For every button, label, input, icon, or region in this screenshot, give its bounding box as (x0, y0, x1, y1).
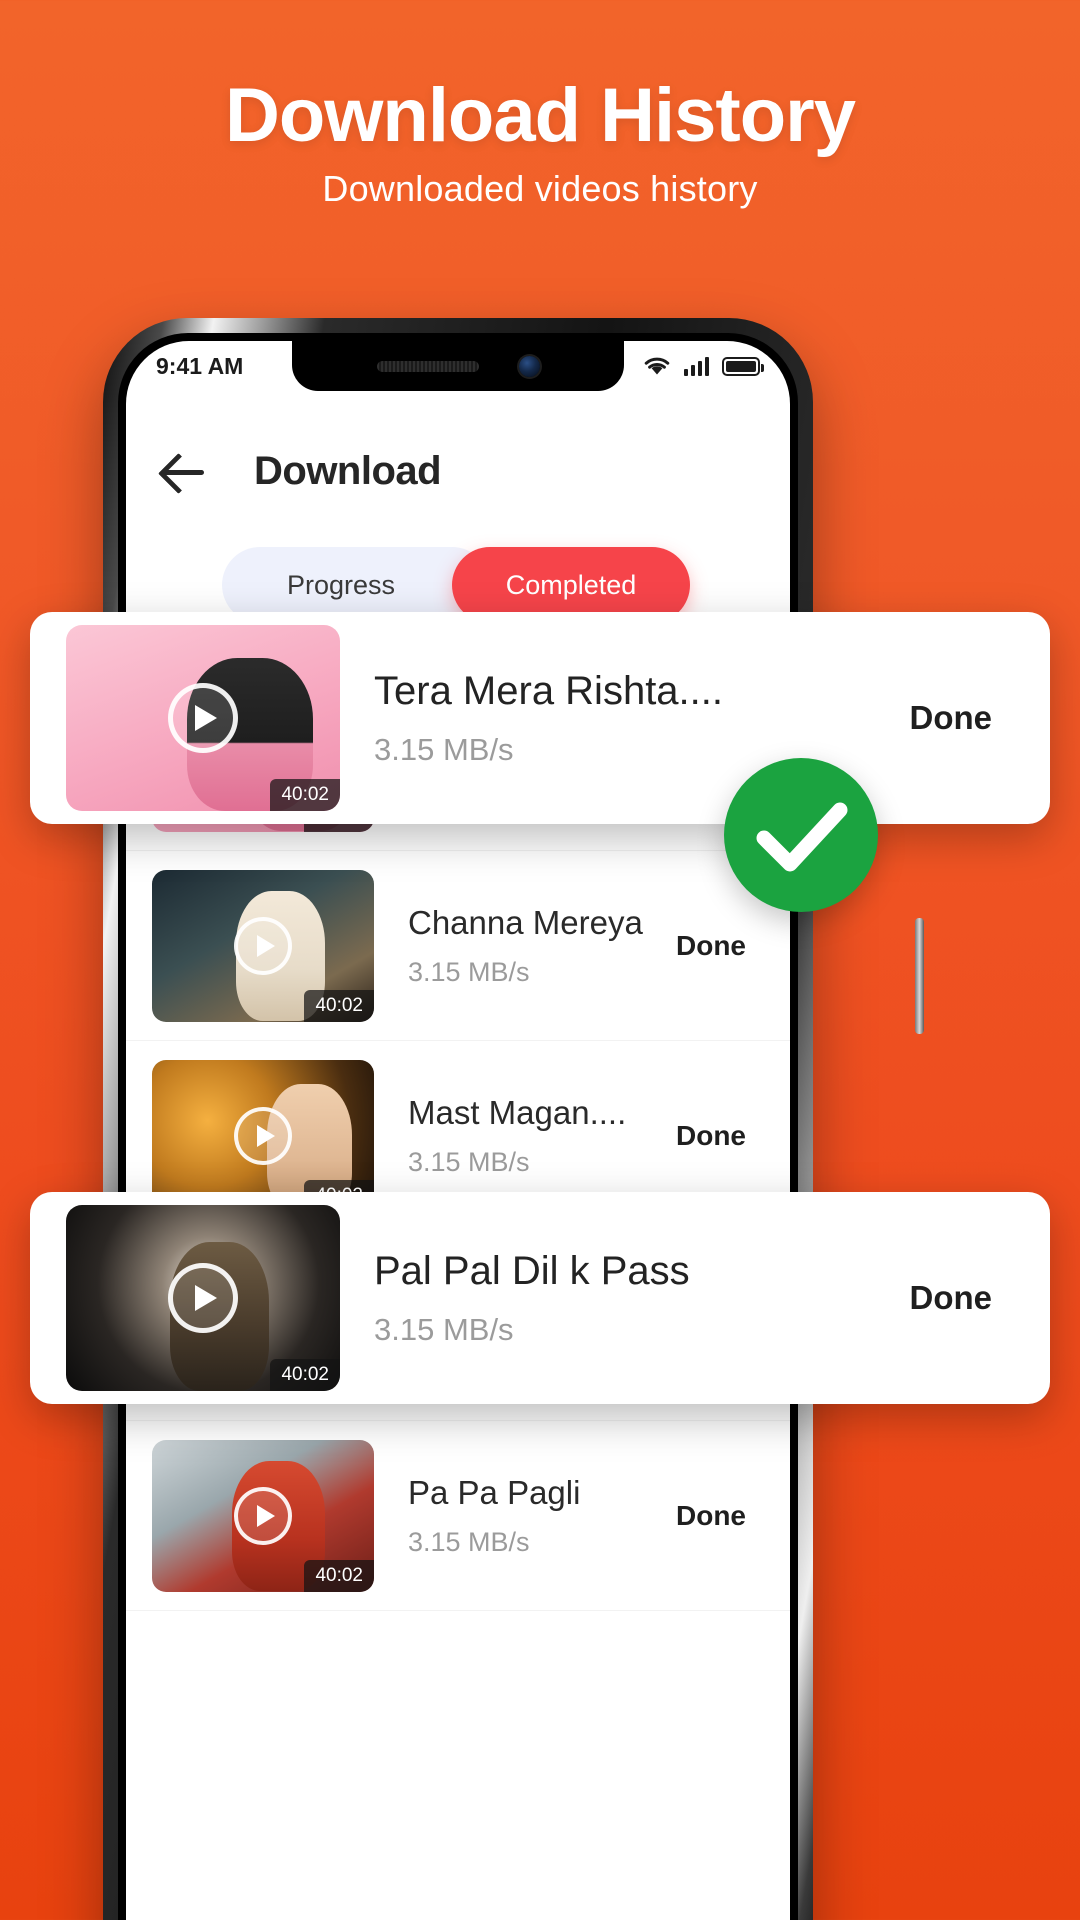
phone-screen: 9:41 AM Download Progress Completed 40:0… (126, 341, 790, 1920)
status-badge: Done (909, 699, 993, 736)
status-badge: Done (676, 1119, 746, 1151)
highlighted-download-card[interactable]: 40:02 Tera Mera Rishta.... 3.15 MB/s Don… (30, 612, 1050, 824)
download-speed: 3.15 MB/s (408, 956, 530, 987)
download-speed: 3.15 MB/s (374, 1311, 514, 1347)
page-title: Download History (224, 73, 856, 158)
video-thumbnail[interactable]: 40:02 (152, 869, 374, 1022)
power-button[interactable] (915, 918, 924, 1034)
status-badge: Done (909, 1279, 993, 1316)
play-icon[interactable] (234, 1106, 292, 1165)
highlighted-download-card[interactable]: 40:02 Pal Pal Dil k Pass 3.15 MB/s Done (30, 1192, 1050, 1404)
status-badge: Done (676, 1499, 746, 1531)
download-meta: Pal Pal Dil k Pass 3.15 MB/s (340, 1249, 910, 1348)
video-duration: 40:02 (304, 989, 374, 1022)
download-meta: Mast Magan.... 3.15 MB/s (374, 1094, 676, 1178)
wifi-icon (644, 357, 669, 375)
video-duration: 40:02 (270, 1359, 340, 1391)
download-speed: 3.15 MB/s (408, 1146, 530, 1177)
status-badge: Done (676, 929, 746, 961)
page-subtitle: Downloaded videos history (322, 168, 758, 209)
download-list-item[interactable]: 40:02 Channa Mereya 3.15 MB/s Done (126, 851, 790, 1041)
phone-bezel: 9:41 AM Download Progress Completed 40:0… (118, 333, 798, 1920)
download-meta: Pa Pa Pagli 3.15 MB/s (374, 1474, 676, 1558)
phone-mockup: 9:41 AM Download Progress Completed 40:0… (103, 318, 924, 1920)
download-meta: Tera Mera Rishta.... 3.15 MB/s (340, 669, 910, 768)
download-meta: Channa Mereya 3.15 MB/s (374, 904, 676, 988)
download-title: Mast Magan.... (408, 1093, 627, 1131)
play-icon[interactable] (168, 683, 238, 753)
appbar-title: Download (254, 448, 442, 493)
download-title: Tera Mera Rishta.... (374, 668, 724, 713)
battery-icon (722, 356, 764, 376)
status-time: 9:41 AM (156, 352, 244, 379)
appbar: Download (126, 425, 790, 517)
back-arrow-icon[interactable] (162, 449, 206, 493)
signal-bars-icon (683, 356, 709, 376)
download-title: Pa Pa Pagli (408, 1473, 581, 1511)
video-thumbnail[interactable]: 40:02 (152, 1439, 374, 1592)
video-duration: 40:02 (270, 779, 340, 811)
video-thumbnail[interactable]: 40:02 (66, 1205, 340, 1391)
download-list-item[interactable]: 40:02 Pa Pa Pagli 3.15 MB/s Done (126, 1421, 790, 1611)
download-title: Channa Mereya (408, 903, 643, 941)
status-bar: 9:41 AM (126, 341, 790, 391)
check-circle-icon (724, 758, 878, 912)
play-icon[interactable] (234, 916, 292, 975)
download-title: Pal Pal Dil k Pass (374, 1248, 690, 1293)
video-thumbnail[interactable]: 40:02 (152, 1059, 374, 1212)
video-thumbnail[interactable]: 40:02 (66, 625, 340, 811)
download-speed: 3.15 MB/s (408, 1526, 530, 1557)
video-duration: 40:02 (304, 1559, 374, 1592)
play-icon[interactable] (234, 1486, 292, 1545)
play-icon[interactable] (168, 1263, 238, 1333)
